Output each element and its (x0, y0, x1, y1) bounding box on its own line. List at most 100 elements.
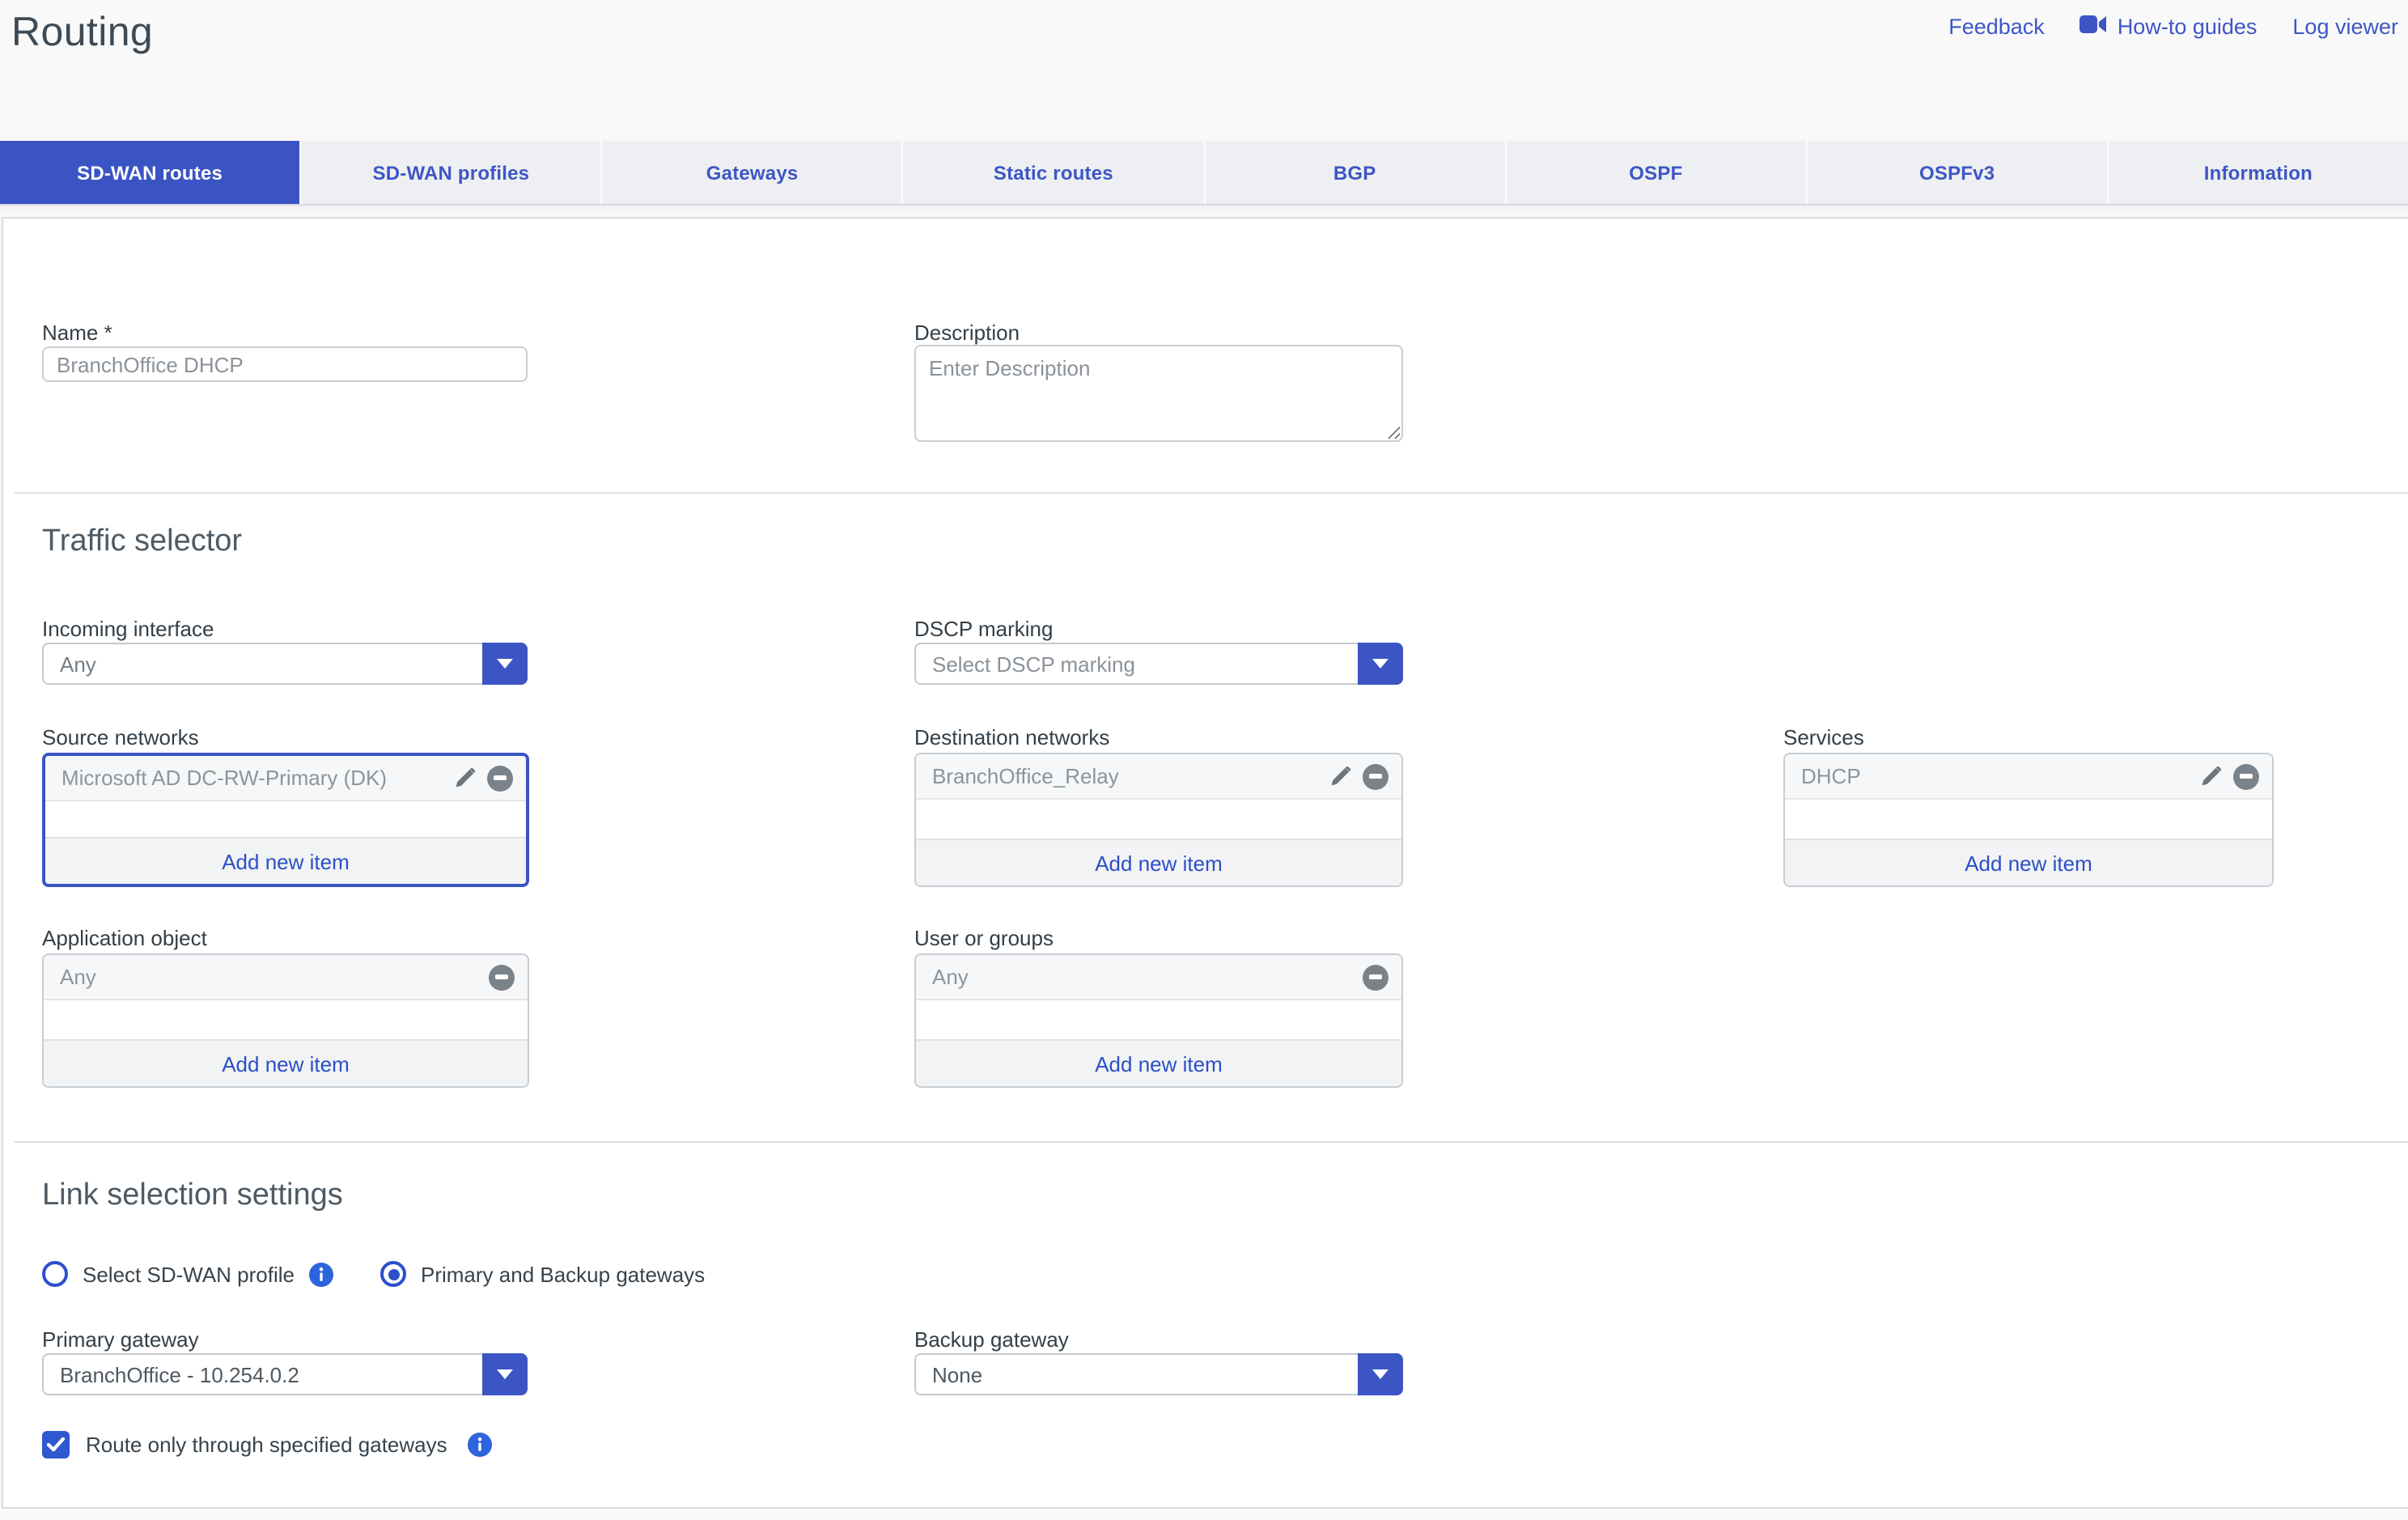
header-links: Feedback How-to guides Log viewer (1948, 15, 2398, 39)
info-icon[interactable] (468, 1433, 493, 1457)
tab-static-routes[interactable]: Static routes (903, 141, 1205, 204)
list-item: Any (44, 955, 528, 1000)
tab-sdwan-routes[interactable]: SD-WAN routes (0, 141, 302, 204)
how-to-guides-link-label: How-to guides (2117, 15, 2258, 39)
backup-gateway-dropdown[interactable]: None (914, 1353, 1403, 1395)
list-item: Any (916, 955, 1401, 1000)
edit-pencil-icon[interactable] (2199, 765, 2222, 788)
tab-gateways[interactable]: Gateways (602, 141, 904, 204)
chevron-down-icon[interactable] (482, 1353, 528, 1395)
name-input[interactable] (42, 346, 528, 382)
dscp-marking-label: DSCP marking (914, 617, 1054, 641)
add-new-item-label: Add new item (222, 849, 350, 873)
traffic-selector-heading: Traffic selector (42, 524, 243, 558)
source-networks-label: Source networks (42, 725, 199, 749)
source-networks-listbox: Microsoft AD DC-RW-Primary (DK) Add new … (42, 753, 529, 887)
description-textarea[interactable] (914, 345, 1403, 442)
list-item: BranchOffice_Relay (916, 754, 1401, 800)
listbox-empty-area (1785, 800, 2272, 839)
page-title: Routing (11, 10, 154, 55)
primary-gateway-label: Primary gateway (42, 1327, 199, 1352)
primary-gateway-value: BranchOffice - 10.254.0.2 (60, 1362, 299, 1386)
info-icon[interactable] (309, 1262, 333, 1286)
list-item-label: Any (932, 965, 969, 989)
backup-gateway-label: Backup gateway (914, 1327, 1069, 1352)
add-new-item-button[interactable]: Add new item (1785, 839, 2272, 885)
listbox-empty-area (45, 801, 526, 837)
tab-label: SD-WAN profiles (372, 161, 530, 184)
add-new-item-label: Add new item (1095, 1051, 1223, 1076)
primary-gateway-dropdown[interactable]: BranchOffice - 10.254.0.2 (42, 1353, 528, 1395)
add-new-item-button[interactable]: Add new item (45, 837, 526, 884)
chevron-down-icon[interactable] (482, 643, 528, 685)
application-object-label: Application object (42, 926, 207, 950)
route-only-row: Route only through specified gateways (42, 1431, 493, 1458)
chevron-down-icon[interactable] (1358, 643, 1403, 685)
application-object-listbox: Any Add new item (42, 953, 529, 1088)
route-only-checkbox[interactable] (42, 1431, 70, 1458)
add-new-item-label: Add new item (1965, 851, 2092, 875)
tab-information[interactable]: Information (2108, 141, 2408, 204)
tab-ospf[interactable]: OSPF (1506, 141, 1808, 204)
backup-gateway-value: None (932, 1362, 983, 1386)
radio-select-sdwan-profile[interactable] (42, 1261, 68, 1287)
how-to-guides-link[interactable]: How-to guides (2079, 15, 2258, 39)
tab-label: Static routes (993, 161, 1113, 184)
feedback-link-label: Feedback (1948, 15, 2045, 39)
route-only-checkbox-label: Route only through specified gateways (86, 1433, 447, 1457)
log-viewer-link[interactable]: Log viewer (2292, 15, 2398, 39)
remove-minus-icon[interactable] (487, 765, 513, 791)
edit-pencil-icon[interactable] (1329, 765, 1351, 788)
incoming-interface-value: Any (60, 652, 96, 676)
tab-bar: SD-WAN routes SD-WAN profiles Gateways S… (0, 141, 2408, 204)
add-new-item-label: Add new item (222, 1051, 350, 1076)
remove-minus-icon[interactable] (2233, 763, 2259, 789)
listbox-empty-area (916, 800, 1401, 839)
tab-label: Gateways (706, 161, 799, 184)
list-item: Microsoft AD DC-RW-Primary (DK) (45, 756, 526, 801)
link-selection-heading: Link selection settings (42, 1178, 343, 1212)
tab-label: OSPF (1629, 161, 1683, 184)
listbox-empty-area (44, 1000, 528, 1039)
dscp-marking-placeholder: Select DSCP marking (932, 652, 1135, 676)
edit-pencil-icon[interactable] (453, 766, 476, 789)
description-label: Description (914, 321, 1020, 345)
tab-label: Information (2203, 161, 2313, 184)
dscp-marking-dropdown[interactable]: Select DSCP marking (914, 643, 1403, 685)
section-divider (15, 1141, 2408, 1143)
tab-ospfv3[interactable]: OSPFv3 (1807, 141, 2109, 204)
services-listbox: DHCP Add new item (1783, 753, 2274, 887)
list-item-label: Microsoft AD DC-RW-Primary (DK) (61, 766, 388, 790)
routing-page: Routing Feedback How-to guides Log viewe… (0, 0, 2408, 1520)
radio-primary-backup-gateways[interactable] (380, 1261, 406, 1287)
chevron-down-icon[interactable] (1358, 1353, 1403, 1395)
destination-networks-label: Destination networks (914, 725, 1110, 749)
add-new-item-button[interactable]: Add new item (916, 839, 1401, 885)
remove-minus-icon[interactable] (1363, 763, 1388, 789)
user-or-groups-listbox: Any Add new item (914, 953, 1403, 1088)
name-label: Name * (42, 321, 112, 345)
radio-primary-backup-gateways-label: Primary and Backup gateways (421, 1262, 706, 1286)
add-new-item-button[interactable]: Add new item (916, 1039, 1401, 1086)
tab-sdwan-profiles[interactable]: SD-WAN profiles (301, 141, 603, 204)
route-form-card: Name * Description Traffic selector Inco… (2, 217, 2408, 1509)
section-divider (15, 492, 2408, 494)
add-new-item-label: Add new item (1095, 851, 1223, 875)
listbox-empty-area (916, 1000, 1401, 1039)
remove-minus-icon[interactable] (1363, 964, 1388, 990)
video-camera-icon (2079, 15, 2108, 39)
feedback-link[interactable]: Feedback (1948, 15, 2045, 39)
add-new-item-button[interactable]: Add new item (44, 1039, 528, 1086)
link-selection-radio-group: Select SD-WAN profile Primary and Backup… (42, 1261, 705, 1287)
destination-networks-listbox: BranchOffice_Relay Add new item (914, 753, 1403, 887)
user-or-groups-label: User or groups (914, 926, 1054, 950)
tab-bgp[interactable]: BGP (1205, 141, 1507, 204)
incoming-interface-dropdown[interactable]: Any (42, 643, 528, 685)
services-label: Services (1783, 725, 1864, 749)
list-item-label: Any (60, 965, 96, 989)
list-item: DHCP (1785, 754, 2272, 800)
log-viewer-link-label: Log viewer (2292, 15, 2398, 39)
remove-minus-icon[interactable] (489, 964, 515, 990)
radio-select-sdwan-profile-label: Select SD-WAN profile (83, 1262, 295, 1286)
incoming-interface-label: Incoming interface (42, 617, 214, 641)
